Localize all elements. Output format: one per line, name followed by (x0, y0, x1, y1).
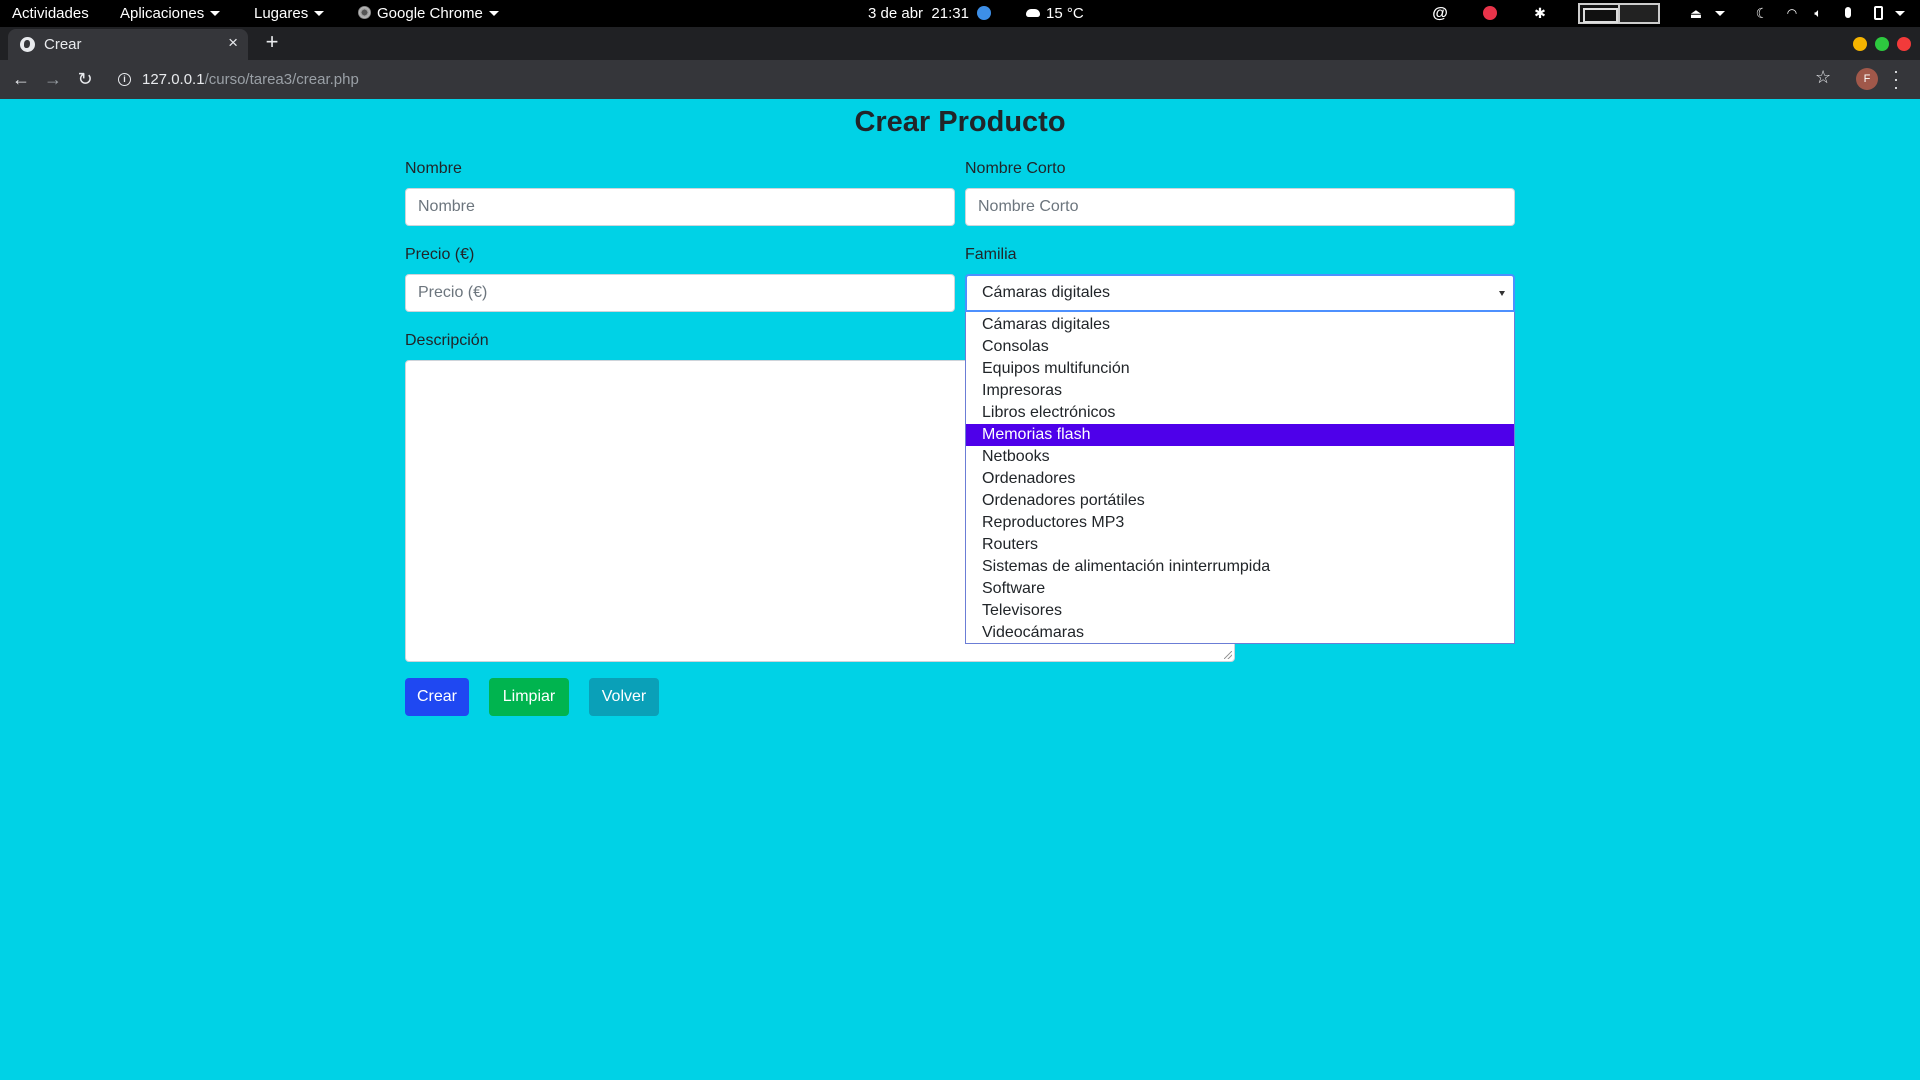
reload-icon[interactable]: ↻ (72, 66, 98, 92)
back-icon[interactable]: ← (8, 66, 34, 92)
browser-toolbar: ← → ↻ i 127.0.0.1/curso/tarea3/crear.php… (0, 60, 1920, 99)
familia-dropdown-list: Cámaras digitales Consolas Equipos multi… (965, 312, 1515, 644)
precio-label: Precio (€) (405, 246, 475, 263)
eject-icon[interactable]: ⏏ (1686, 0, 1706, 27)
eject-menu-chevron-icon[interactable] (1710, 0, 1730, 27)
globe-icon (20, 37, 35, 52)
bookmark-star-icon[interactable]: ☆ (1815, 67, 1831, 88)
chevron-down-icon (314, 10, 325, 16)
familia-option[interactable]: Consolas (966, 336, 1514, 358)
address-bar[interactable]: i 127.0.0.1/curso/tarea3/crear.php (110, 64, 1810, 95)
mic-icon[interactable] (1838, 0, 1858, 27)
battery-icon[interactable] (1868, 0, 1888, 27)
wifi-icon[interactable]: ◠ (1782, 0, 1802, 27)
volume-icon[interactable]: 🔈︎ (1808, 0, 1828, 27)
caret-down-icon (1499, 291, 1505, 296)
night-icon[interactable]: ☾ (1752, 0, 1772, 27)
crear-button[interactable]: Crear (405, 678, 469, 716)
familia-option[interactable]: Cámaras digitales (966, 314, 1514, 336)
familia-option-highlighted[interactable]: Memorias flash (966, 424, 1514, 446)
tab-strip: Crear × (0, 27, 1920, 60)
tab-crear[interactable]: Crear × (8, 29, 248, 60)
tab-title: Crear (44, 36, 82, 53)
new-tab-button[interactable]: + (260, 29, 284, 55)
url-text[interactable]: 127.0.0.1/curso/tarea3/crear.php (142, 71, 359, 88)
url-path: /curso/tarea3/crear.php (204, 71, 359, 88)
applications-label: Aplicaciones (120, 5, 205, 22)
page-title: Crear Producto (854, 106, 1066, 138)
at-icon[interactable]: @ (1430, 0, 1450, 27)
more-menu-icon[interactable]: · · · (1890, 62, 1902, 96)
familia-select[interactable]: Cámaras digitales (965, 274, 1515, 312)
date-label: 3 de abr (868, 5, 924, 22)
nombre-input[interactable]: Nombre (405, 188, 955, 226)
record-icon[interactable] (1480, 0, 1500, 27)
system-top-bar: Actividades Aplicaciones Lugares Google … (0, 0, 1920, 27)
familia-option[interactable]: Ordenadores (966, 468, 1514, 490)
familia-option[interactable]: Videocámaras (966, 622, 1514, 644)
notification-icon (976, 5, 991, 20)
time-label: 21:31 (931, 5, 969, 22)
cloud-icon (1026, 8, 1040, 17)
nombre-corto-label: Nombre Corto (965, 160, 1066, 177)
forward-icon[interactable]: → (40, 66, 66, 92)
nombre-corto-input[interactable]: Nombre Corto (965, 188, 1515, 226)
profile-avatar[interactable]: F (1856, 68, 1878, 90)
chrome-icon (358, 6, 371, 20)
chevron-down-icon (488, 10, 499, 16)
precio-input[interactable]: Precio (€) (405, 274, 955, 312)
maximize-button[interactable] (1875, 37, 1889, 51)
close-window-button[interactable] (1897, 37, 1911, 51)
places-label: Lugares (254, 5, 309, 22)
close-icon[interactable]: × (228, 33, 238, 53)
places-menu[interactable]: Lugares (254, 0, 325, 27)
familia-option[interactable]: Sistemas de alimentación ininterrumpida (966, 556, 1514, 578)
familia-label: Familia (965, 246, 1017, 263)
minimize-button[interactable] (1853, 37, 1867, 51)
chevron-down-icon (210, 10, 221, 16)
weather-label: 15 °C (1046, 5, 1084, 22)
url-host: 127.0.0.1 (142, 71, 205, 88)
familia-option[interactable]: Routers (966, 534, 1514, 556)
gear-icon[interactable]: ✱ (1530, 0, 1550, 27)
familia-option[interactable]: Equipos multifunción (966, 358, 1514, 380)
familia-option[interactable]: Reproductores MP3 (966, 512, 1514, 534)
clock[interactable]: 3 de abr 21:31 (868, 0, 991, 27)
info-icon[interactable]: i (118, 73, 131, 86)
app-menu-label: Google Chrome (377, 5, 483, 22)
volver-button[interactable]: Volver (589, 678, 659, 716)
descripcion-label: Descripción (405, 332, 489, 349)
familia-option[interactable]: Ordenadores portátiles (966, 490, 1514, 512)
familia-option[interactable]: Software (966, 578, 1514, 600)
familia-option[interactable]: Televisores (966, 600, 1514, 622)
familia-selected-value: Cámaras digitales (982, 284, 1111, 301)
familia-option[interactable]: Libros electrónicos (966, 402, 1514, 424)
familia-option[interactable]: Impresoras (966, 380, 1514, 402)
familia-option[interactable]: Netbooks (966, 446, 1514, 468)
limpiar-button[interactable]: Limpiar (489, 678, 569, 716)
applications-menu[interactable]: Aplicaciones (120, 0, 221, 27)
app-menu[interactable]: Google Chrome (358, 0, 499, 27)
resize-grip-icon[interactable] (1224, 651, 1232, 659)
weather-indicator[interactable]: 15 °C (1026, 0, 1084, 27)
nombre-label: Nombre (405, 160, 462, 177)
workspace-1[interactable] (1580, 5, 1620, 23)
activities-button[interactable]: Actividades (12, 0, 89, 27)
system-menu-chevron-icon[interactable] (1890, 0, 1910, 27)
workspace-switcher[interactable] (1578, 3, 1660, 24)
